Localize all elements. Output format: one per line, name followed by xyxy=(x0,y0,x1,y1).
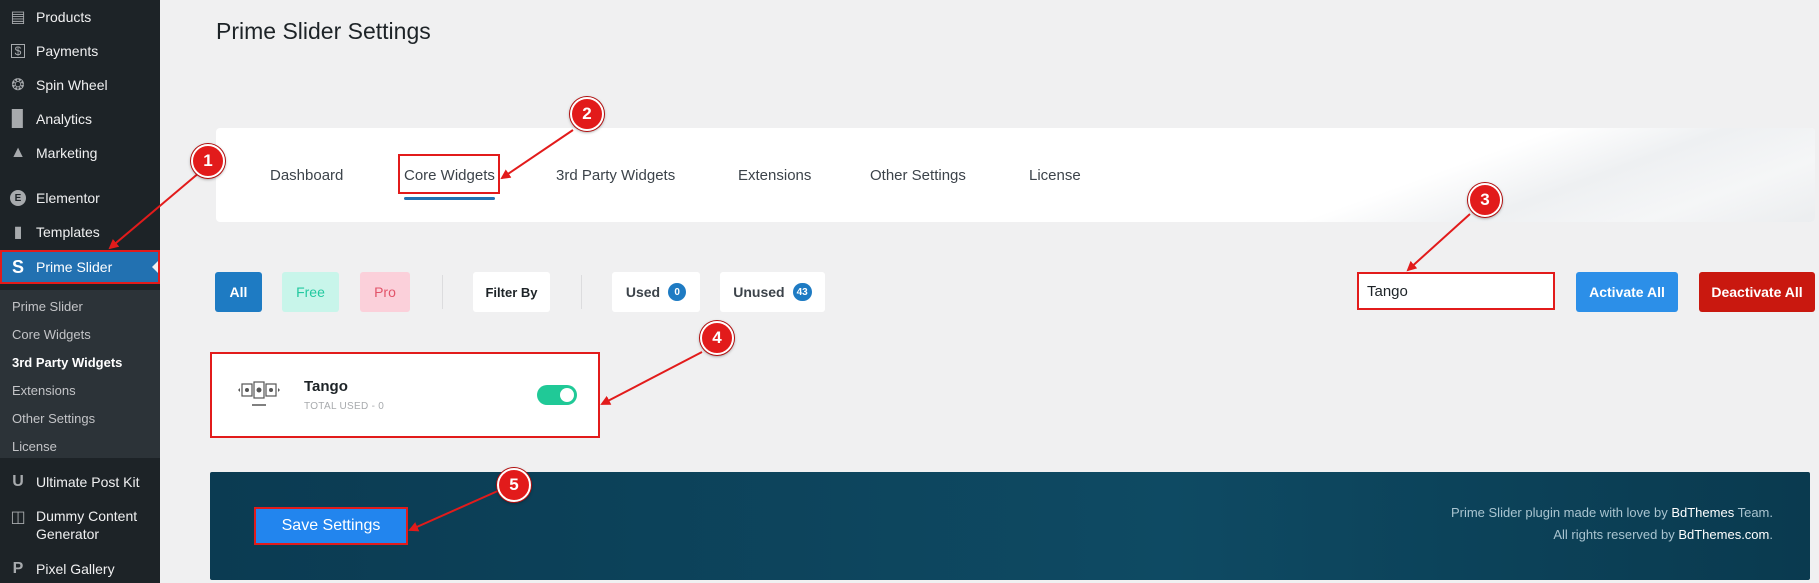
sidebar-item-label: Spin Wheel xyxy=(36,77,108,93)
used-label: Used xyxy=(625,284,661,300)
megaphone-icon: ▲ xyxy=(10,144,26,161)
tab-3rd-party-widgets[interactable]: 3rd Party Widgets xyxy=(556,128,675,222)
prime-slider-submenu: Prime Slider Core Widgets 3rd Party Widg… xyxy=(0,290,160,458)
upk-icon: U xyxy=(12,473,24,490)
filter-divider xyxy=(581,275,582,309)
elementor-icon: E xyxy=(10,190,26,206)
wheel-icon: ❂ xyxy=(11,77,25,94)
page-title: Prime Slider Settings xyxy=(216,18,431,44)
current-menu-arrow xyxy=(152,259,160,275)
submenu-extensions[interactable]: Extensions xyxy=(12,383,76,398)
footer-credit-line-1: Prime Slider plugin made with love by Bd… xyxy=(1450,505,1773,520)
filter-used-button[interactable]: Used 0 xyxy=(612,272,700,312)
sidebar-item-label: Elementor xyxy=(36,190,100,206)
sidebar-item-spin-wheel[interactable]: ❂ Spin Wheel xyxy=(0,68,160,102)
tab-extensions[interactable]: Extensions xyxy=(738,128,811,222)
prime-slider-icon: S xyxy=(11,256,24,277)
tab-bar-decoration xyxy=(1215,128,1815,222)
bar-chart-icon: ▉ xyxy=(11,111,25,128)
annotation-highlight-tab xyxy=(398,154,500,194)
filter-unused-button[interactable]: Unused 43 xyxy=(720,272,825,312)
submenu-prime-slider[interactable]: Prime Slider xyxy=(12,299,83,314)
unused-count-badge: 43 xyxy=(792,283,812,301)
archive-icon: ▤ xyxy=(10,9,26,26)
sidebar-item-label: Payments xyxy=(36,43,99,59)
filter-by-button[interactable]: Filter By xyxy=(473,272,550,312)
sidebar-item-label: Ultimate Post Kit xyxy=(36,474,140,490)
sidebar-item-elementor[interactable]: E Elementor xyxy=(0,181,160,215)
sidebar-item-label: Dummy Content Generator xyxy=(36,508,138,542)
sidebar-item-ultimate-post-kit[interactable]: U Ultimate Post Kit xyxy=(0,465,160,499)
sidebar-item-payments[interactable]: $ Payments xyxy=(0,34,160,68)
sidebar-item-templates[interactable]: ▮ Templates xyxy=(0,215,160,249)
sidebar-item-label: Marketing xyxy=(36,145,98,161)
sidebar-item-products[interactable]: ▤ Products xyxy=(0,0,160,34)
submenu-license[interactable]: License xyxy=(12,439,57,454)
activate-all-button[interactable]: Activate All xyxy=(1576,272,1678,312)
widget-toggle-switch[interactable] xyxy=(537,385,577,405)
settings-footer xyxy=(210,472,1810,580)
submenu-core-widgets[interactable]: Core Widgets xyxy=(12,327,91,342)
filter-pro-button[interactable]: Pro xyxy=(360,272,410,312)
tab-other-settings[interactable]: Other Settings xyxy=(870,128,966,222)
pixel-icon: P xyxy=(12,560,24,577)
tab-license[interactable]: License xyxy=(1029,128,1081,222)
database-icon: ◫ xyxy=(10,509,26,526)
sidebar-item-label: Pixel Gallery xyxy=(36,561,115,577)
annotation-marker-5: 5 xyxy=(497,468,531,502)
filter-all-button[interactable]: All xyxy=(215,272,262,312)
widget-card-tango: Tango TOTAL USED - 0 xyxy=(210,352,600,438)
filter-divider xyxy=(442,275,443,309)
sidebar-item-marketing[interactable]: ▲ Marketing xyxy=(0,136,160,170)
sidebar-item-dummy-content[interactable]: ◫ Dummy Content Generator xyxy=(0,499,160,551)
annotation-marker-1: 1 xyxy=(191,144,225,178)
folder-icon: ▮ xyxy=(13,224,23,241)
unused-label: Unused xyxy=(733,284,785,300)
sidebar-item-analytics[interactable]: ▉ Analytics xyxy=(0,102,160,136)
footer-credit-line-2: All rights reserved by BdThemes.com. xyxy=(1553,527,1773,542)
used-count-badge: 0 xyxy=(668,283,687,301)
filter-free-button[interactable]: Free xyxy=(282,272,339,312)
toggle-knob xyxy=(560,388,574,402)
admin-sidebar: ▤ Products $ Payments ❂ Spin Wheel ▉ Ana… xyxy=(0,0,160,583)
dollar-icon: $ xyxy=(11,44,25,58)
widget-total-used: TOTAL USED - 0 xyxy=(304,401,385,412)
annotation-marker-2: 2 xyxy=(570,97,604,131)
sidebar-item-label: Analytics xyxy=(36,111,93,127)
annotation-marker-3: 3 xyxy=(1468,183,1502,217)
submenu-other-settings[interactable]: Other Settings xyxy=(12,411,95,426)
tango-widget-icon xyxy=(238,381,280,406)
sidebar-item-label: Templates xyxy=(36,224,100,240)
submenu-3rd-party-widgets[interactable]: 3rd Party Widgets xyxy=(12,355,122,370)
sidebar-item-pixel-gallery[interactable]: P Pixel Gallery xyxy=(0,552,160,583)
annotation-marker-4: 4 xyxy=(700,321,734,355)
tab-dashboard[interactable]: Dashboard xyxy=(270,128,343,222)
save-settings-button[interactable]: Save Settings xyxy=(254,507,408,545)
deactivate-all-button[interactable]: Deactivate All xyxy=(1699,272,1815,312)
widget-name: Tango xyxy=(304,378,348,395)
sidebar-item-label: Products xyxy=(36,9,92,25)
sidebar-item-prime-slider[interactable]: S Prime Slider xyxy=(0,250,160,284)
sidebar-item-label: Prime Slider xyxy=(36,259,113,275)
widget-search-input[interactable] xyxy=(1357,272,1555,310)
